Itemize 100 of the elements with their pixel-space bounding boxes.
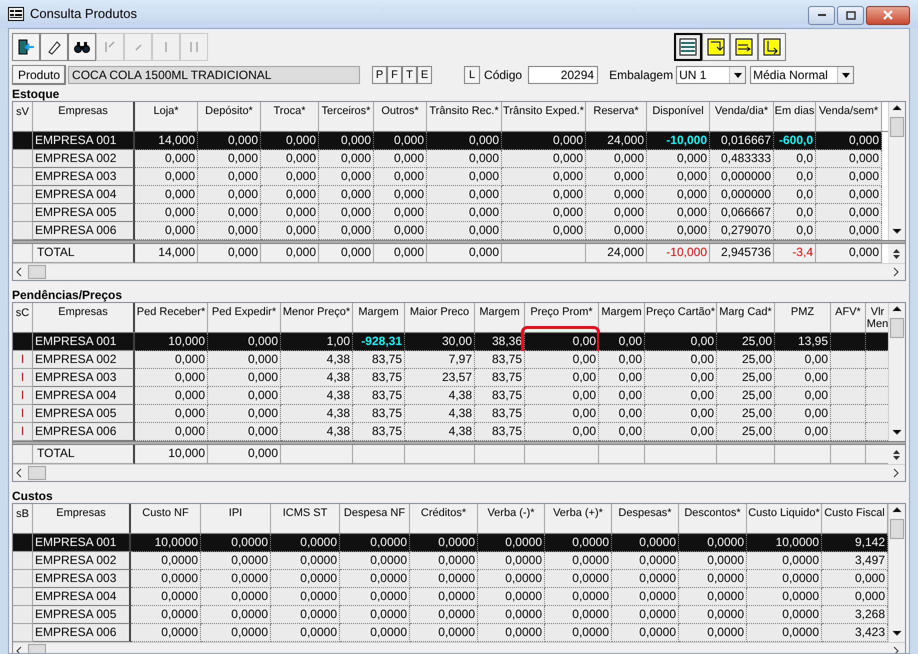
table-cell: 0,000 <box>208 333 281 351</box>
table-cell: 83,75 <box>475 351 525 369</box>
vertical-scrollbar[interactable] <box>888 504 905 642</box>
row-marker[interactable] <box>13 168 33 186</box>
vertical-scrollbar[interactable] <box>888 303 905 441</box>
table-cell: 0,0000 <box>545 588 612 606</box>
table-cell: 0,000 <box>427 186 502 204</box>
table-cell: 0,000 <box>135 168 198 186</box>
row-marker[interactable] <box>13 570 33 588</box>
view-toggle-button[interactable] <box>730 33 758 61</box>
column-header: Menor Preço* <box>281 303 353 332</box>
table-cell: 0,0000 <box>410 588 478 606</box>
product-field[interactable]: COCA COLA 1500ML TRADICIONAL <box>68 66 360 84</box>
code-field[interactable]: 20294 <box>528 66 598 84</box>
table-cell: 0,00 <box>525 369 599 387</box>
section-title: Estoque <box>12 87 60 101</box>
spinner-icon[interactable] <box>888 244 905 263</box>
horizontal-scrollbar[interactable] <box>13 464 905 481</box>
toolbar-button[interactable] <box>12 33 40 61</box>
row-marker[interactable] <box>13 588 33 606</box>
code-label: Código <box>484 67 522 84</box>
table-cell: EMPRESA 004 <box>33 387 135 405</box>
row-marker[interactable] <box>13 150 33 168</box>
table-cell: 25,00 <box>717 333 775 351</box>
total-cell: 0,000 <box>427 244 502 263</box>
row-marker[interactable] <box>13 222 33 240</box>
row-marker[interactable] <box>13 132 33 150</box>
table-cell: 0,000 <box>198 168 261 186</box>
minimize-button[interactable] <box>808 6 835 24</box>
scroll-thumb[interactable] <box>28 265 46 279</box>
product-button[interactable]: Produto <box>12 65 66 85</box>
row-marker[interactable]: I <box>13 369 33 387</box>
scroll-thumb[interactable] <box>28 466 46 480</box>
column-header: Margem <box>599 303 645 332</box>
table-cell: 0,000 <box>427 168 502 186</box>
table-cell: 0,000 <box>816 222 882 240</box>
row-marker[interactable] <box>13 552 33 570</box>
total-cell: -10,000 <box>647 244 710 263</box>
table-cell: 3,497 <box>822 552 888 570</box>
view-toggle-button[interactable] <box>674 33 702 61</box>
table-cell: 0,00 <box>775 369 831 387</box>
column-header: Loja* <box>135 102 198 131</box>
view-toggle-button[interactable] <box>702 33 730 61</box>
table-cell: 0,000 <box>816 132 882 150</box>
row-marker[interactable]: I <box>13 351 33 369</box>
average-dropdown[interactable]: Média Normal <box>750 66 854 84</box>
window-icon <box>8 7 24 21</box>
view-toggle-button[interactable] <box>758 33 786 61</box>
column-header: Verba (-)* <box>478 504 545 533</box>
table-cell: 83,75 <box>353 405 405 423</box>
row-marker[interactable] <box>13 204 33 222</box>
total-cell: 0,000 <box>261 244 319 263</box>
table-cell <box>866 369 888 387</box>
row-status-text: I <box>20 370 24 384</box>
toolbar-button[interactable] <box>68 33 96 61</box>
row-marker[interactable]: I <box>13 387 33 405</box>
table-cell: 83,75 <box>353 423 405 441</box>
row-marker[interactable] <box>13 534 33 552</box>
table-cell: 0,0000 <box>201 606 271 624</box>
flag-button[interactable]: E <box>417 66 432 84</box>
table-cell: 0,00 <box>599 387 645 405</box>
column-header: Terceiros* <box>319 102 374 131</box>
packaging-dropdown[interactable]: UN 1 <box>676 66 746 84</box>
toolbar-button[interactable] <box>40 33 68 61</box>
spinner-icon[interactable] <box>888 445 905 464</box>
table-cell: EMPRESA 001 <box>33 534 131 552</box>
row-marker[interactable] <box>13 624 33 642</box>
vertical-scrollbar[interactable] <box>888 102 905 240</box>
flag-button[interactable]: T <box>402 66 418 84</box>
row-marker[interactable] <box>13 606 33 624</box>
table-cell: 0,0000 <box>201 588 271 606</box>
maximize-button[interactable] <box>837 6 864 24</box>
flag-button[interactable]: F <box>387 66 402 84</box>
scroll-thumb[interactable] <box>890 519 904 539</box>
table-cell: 0,0000 <box>271 552 340 570</box>
table-cell: 0,0000 <box>545 534 612 552</box>
table-cell: 0,0000 <box>340 606 410 624</box>
row-marker <box>13 244 33 263</box>
row-marker[interactable] <box>13 186 33 204</box>
horizontal-scrollbar[interactable] <box>13 263 905 280</box>
table-cell: 0,000 <box>135 204 198 222</box>
row-marker[interactable] <box>13 333 33 351</box>
close-button[interactable] <box>866 6 910 24</box>
row-marker[interactable]: I <box>13 405 33 423</box>
table-cell: 83,75 <box>475 369 525 387</box>
scroll-thumb[interactable] <box>890 318 904 338</box>
table-cell: EMPRESA 004 <box>33 588 131 606</box>
table-cell: 0,000 <box>586 222 647 240</box>
column-header: Margem <box>353 303 405 332</box>
flag-button[interactable]: P <box>372 66 388 84</box>
l-button[interactable]: L <box>464 66 480 84</box>
scroll-thumb[interactable] <box>890 117 904 137</box>
table-cell: EMPRESA 006 <box>33 222 135 240</box>
row-marker[interactable]: I <box>13 423 33 441</box>
row-status-text: I <box>20 352 24 366</box>
table-cell: 0,000 <box>374 186 427 204</box>
table-cell: 0,000 <box>374 168 427 186</box>
column-header: Trânsito Exped.* <box>502 102 586 131</box>
table-cell: 0,0000 <box>679 570 747 588</box>
table-cell: 10,0000 <box>747 534 822 552</box>
